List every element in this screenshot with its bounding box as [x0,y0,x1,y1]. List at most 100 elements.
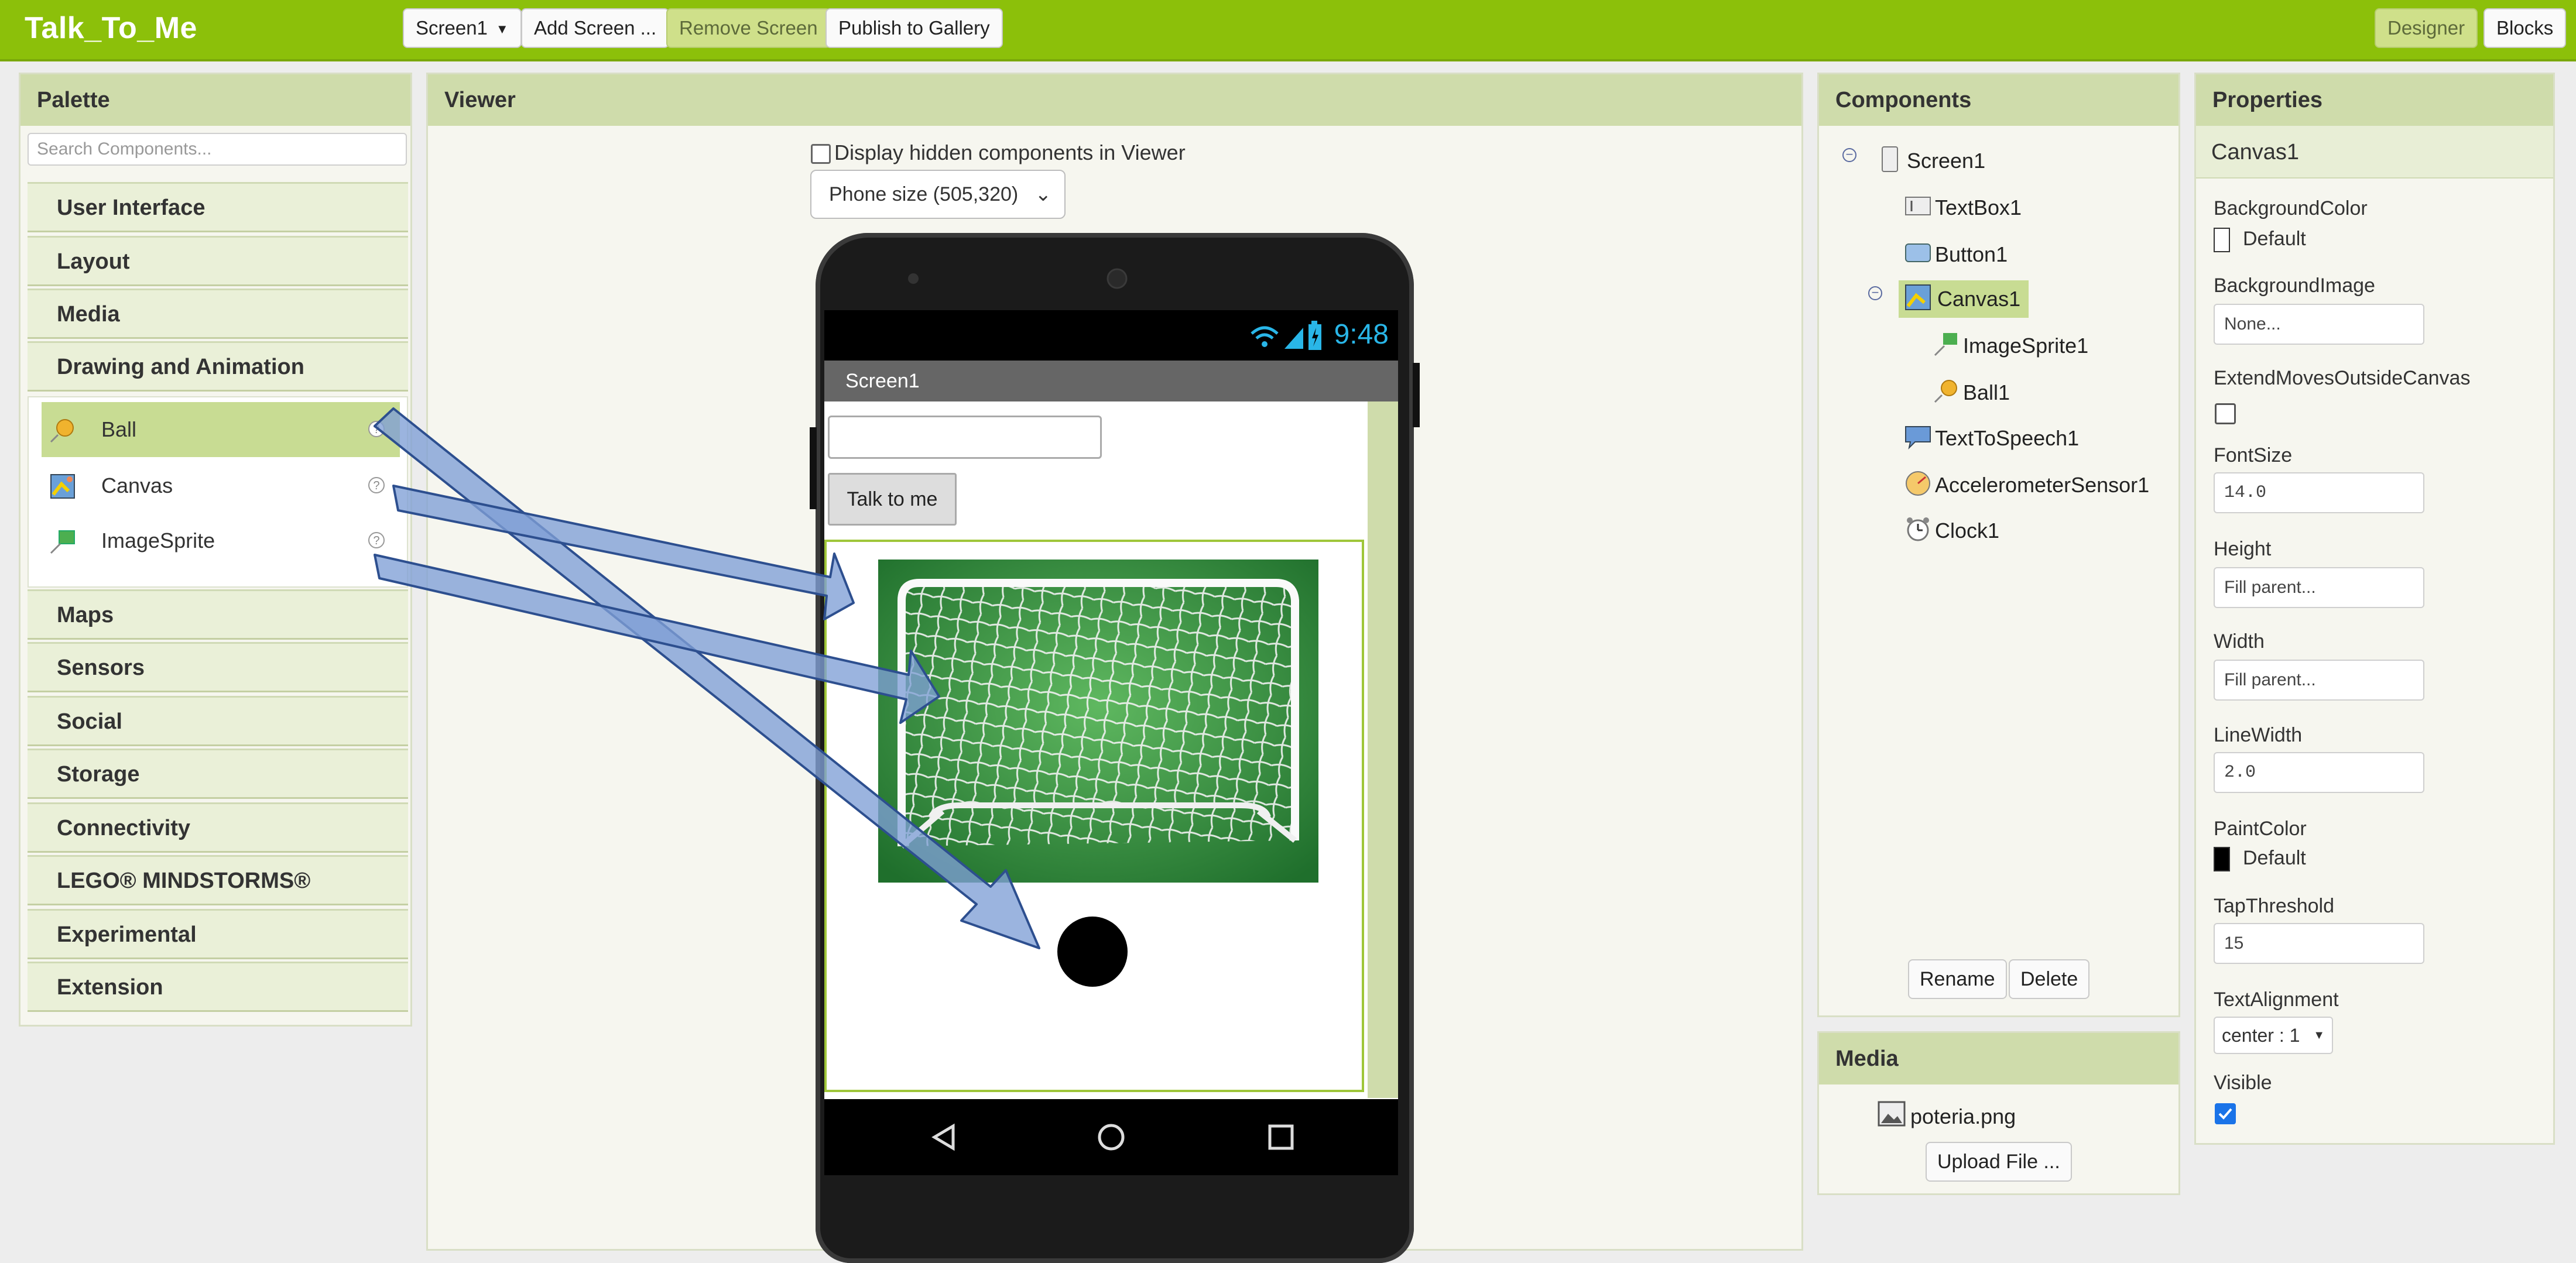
collapse-screen1-icon[interactable]: − [1842,148,1856,162]
tree-item-accelerometer1[interactable]: AccelerometerSensor1 [1906,466,2149,504]
category-connectivity[interactable]: Connectivity [28,802,408,853]
category-extension[interactable]: Extension [28,962,408,1012]
category-storage[interactable]: Storage [28,749,408,799]
phone-camera-icon [908,273,919,284]
text-alignment-label: TextAlignment [2214,989,2339,1011]
home-icon[interactable] [1097,1123,1126,1152]
background-color-picker[interactable]: Default [2214,228,2306,253]
phone-speaker-icon [1107,268,1128,289]
height-input[interactable]: Fill parent... [2214,567,2424,608]
help-icon[interactable]: ? [368,477,385,493]
tree-item-label: Screen1 [1907,149,1986,173]
category-experimental[interactable]: Experimental [28,909,408,959]
remove-screen-button[interactable]: Remove Screen [666,8,831,48]
fontsize-label: FontSize [2214,444,2293,466]
palette-header: Palette [20,74,410,126]
tree-item-texttospeech1[interactable]: TextToSpeech1 [1905,420,2080,457]
add-screen-button[interactable]: Add Screen ... [521,8,670,48]
soccer-goal-image [878,560,1318,883]
accelerometer-icon [1906,471,1930,496]
phone-volume-button [810,427,817,509]
signal-icon [1251,326,1303,349]
goal-image-sprite[interactable] [878,560,1318,883]
category-layout[interactable]: Layout [28,236,408,286]
text-alignment-value: center : 1 [2222,1025,2300,1046]
collapse-canvas1-icon[interactable]: − [1868,286,1882,300]
background-color-value: Default [2243,228,2306,250]
phone-nav-bar [824,1099,1398,1175]
category-lego-mindstorms[interactable]: LEGO® MINDSTORMS® [28,855,408,905]
tree-item-label: TextToSpeech1 [1935,426,2080,450]
tree-item-label: Canvas1 [1937,287,2021,311]
blocks-button[interactable]: Blocks [2483,8,2567,48]
battery-icon [1308,321,1321,350]
tap-threshold-input[interactable]: 15 [2214,923,2424,964]
tree-item-canvas1[interactable]: Canvas1 [1899,280,2029,318]
upload-file-button[interactable]: Upload File ... [1926,1142,2072,1182]
tree-item-ball1[interactable]: Ball1 [1934,374,2010,411]
media-file-name[interactable]: poteria.png [1910,1104,2016,1129]
category-maps[interactable]: Maps [28,589,408,640]
visible-checkbox[interactable] [2215,1103,2236,1124]
top-toolbar: Talk_To_Me Screen1 ▼ Add Screen ... Remov… [0,0,2576,61]
palette-item-ball[interactable]: Ball ? [42,402,400,457]
phone-button1[interactable]: Talk to me [828,473,957,526]
background-color-swatch [2214,228,2230,253]
width-input[interactable]: Fill parent... [2214,660,2424,701]
help-icon[interactable]: ? [368,532,385,548]
palette-item-imagesprite[interactable]: ImageSprite ? [42,513,400,568]
button-icon [1905,243,1931,262]
delete-button[interactable]: Delete [2009,959,2090,999]
properties-panel: Properties Canvas1 BackgroundColor Defau… [2194,73,2555,1145]
help-icon[interactable]: ? [368,421,385,437]
palette-item-canvas[interactable]: Canvas ? [42,458,400,513]
publish-gallery-button[interactable]: Publish to Gallery [825,8,1003,48]
display-hidden-toggle[interactable]: Display hidden components in Viewer [811,140,1186,165]
category-user-interface[interactable]: User Interface [28,182,408,232]
extend-moves-checkbox[interactable] [2215,403,2236,424]
fontsize-input[interactable]: 14.0 [2214,472,2424,513]
clock-icon [1907,517,1929,541]
recents-icon[interactable] [1266,1123,1296,1152]
category-drawing-animation[interactable]: Drawing and Animation [28,341,408,392]
imagesprite-icon [1934,333,1957,356]
tree-item-screen1[interactable]: Screen1 [1882,142,1986,180]
phone-size-select[interactable]: Phone size (505,320) ⌄ [810,170,1066,219]
width-label: Width [2214,630,2265,653]
ball-icon [1934,380,1957,403]
tree-item-textbox1[interactable]: TextBox1 [1905,189,2022,226]
screen-icon [1882,146,1898,172]
search-components-input[interactable]: Search Components... [28,133,407,166]
image-file-icon [1878,1101,1906,1127]
display-hidden-label: Display hidden components in Viewer [834,140,1186,164]
viewer-header: Viewer [428,74,1801,126]
designer-button[interactable]: Designer [2375,8,2478,48]
checkmark-icon [2218,1108,2232,1120]
chevron-down-icon: ⌄ [1034,183,1052,205]
components-panel: Components − Screen1 TextBox1 Button1 − … [1817,73,2180,1017]
paint-color-picker[interactable]: Default [2214,847,2306,872]
back-icon[interactable] [930,1123,959,1152]
linewidth-input[interactable]: 2.0 [2214,752,2424,793]
tree-item-imagesprite1[interactable]: ImageSprite1 [1934,327,2088,365]
display-hidden-checkbox[interactable] [811,144,831,164]
category-sensors[interactable]: Sensors [28,642,408,692]
tree-item-label: Button1 [1935,242,2008,266]
tree-item-button1[interactable]: Button1 [1905,236,2008,273]
phone-textbox1[interactable] [828,416,1102,459]
app-title: Talk_To_Me [25,11,197,45]
phone-canvas1[interactable] [824,540,1364,1092]
text-alignment-select[interactable]: center : 1 ▼ [2214,1017,2333,1054]
background-image-input[interactable]: None... [2214,304,2424,345]
category-media[interactable]: Media [28,289,408,339]
media-panel: Media poteria.png Upload File ... [1817,1031,2180,1195]
phone-clock: 9:48 [1334,319,1389,350]
category-social[interactable]: Social [28,696,408,746]
canvas-icon [50,474,75,499]
screen-select-button[interactable]: Screen1 ▼ [403,8,522,48]
tree-item-clock1[interactable]: Clock1 [1907,512,1999,550]
ball-sprite[interactable] [1057,917,1128,987]
palette-panel: Palette Search Components... User Interf… [19,73,412,1027]
textbox-icon [1905,197,1931,215]
rename-button[interactable]: Rename [1908,959,2007,999]
